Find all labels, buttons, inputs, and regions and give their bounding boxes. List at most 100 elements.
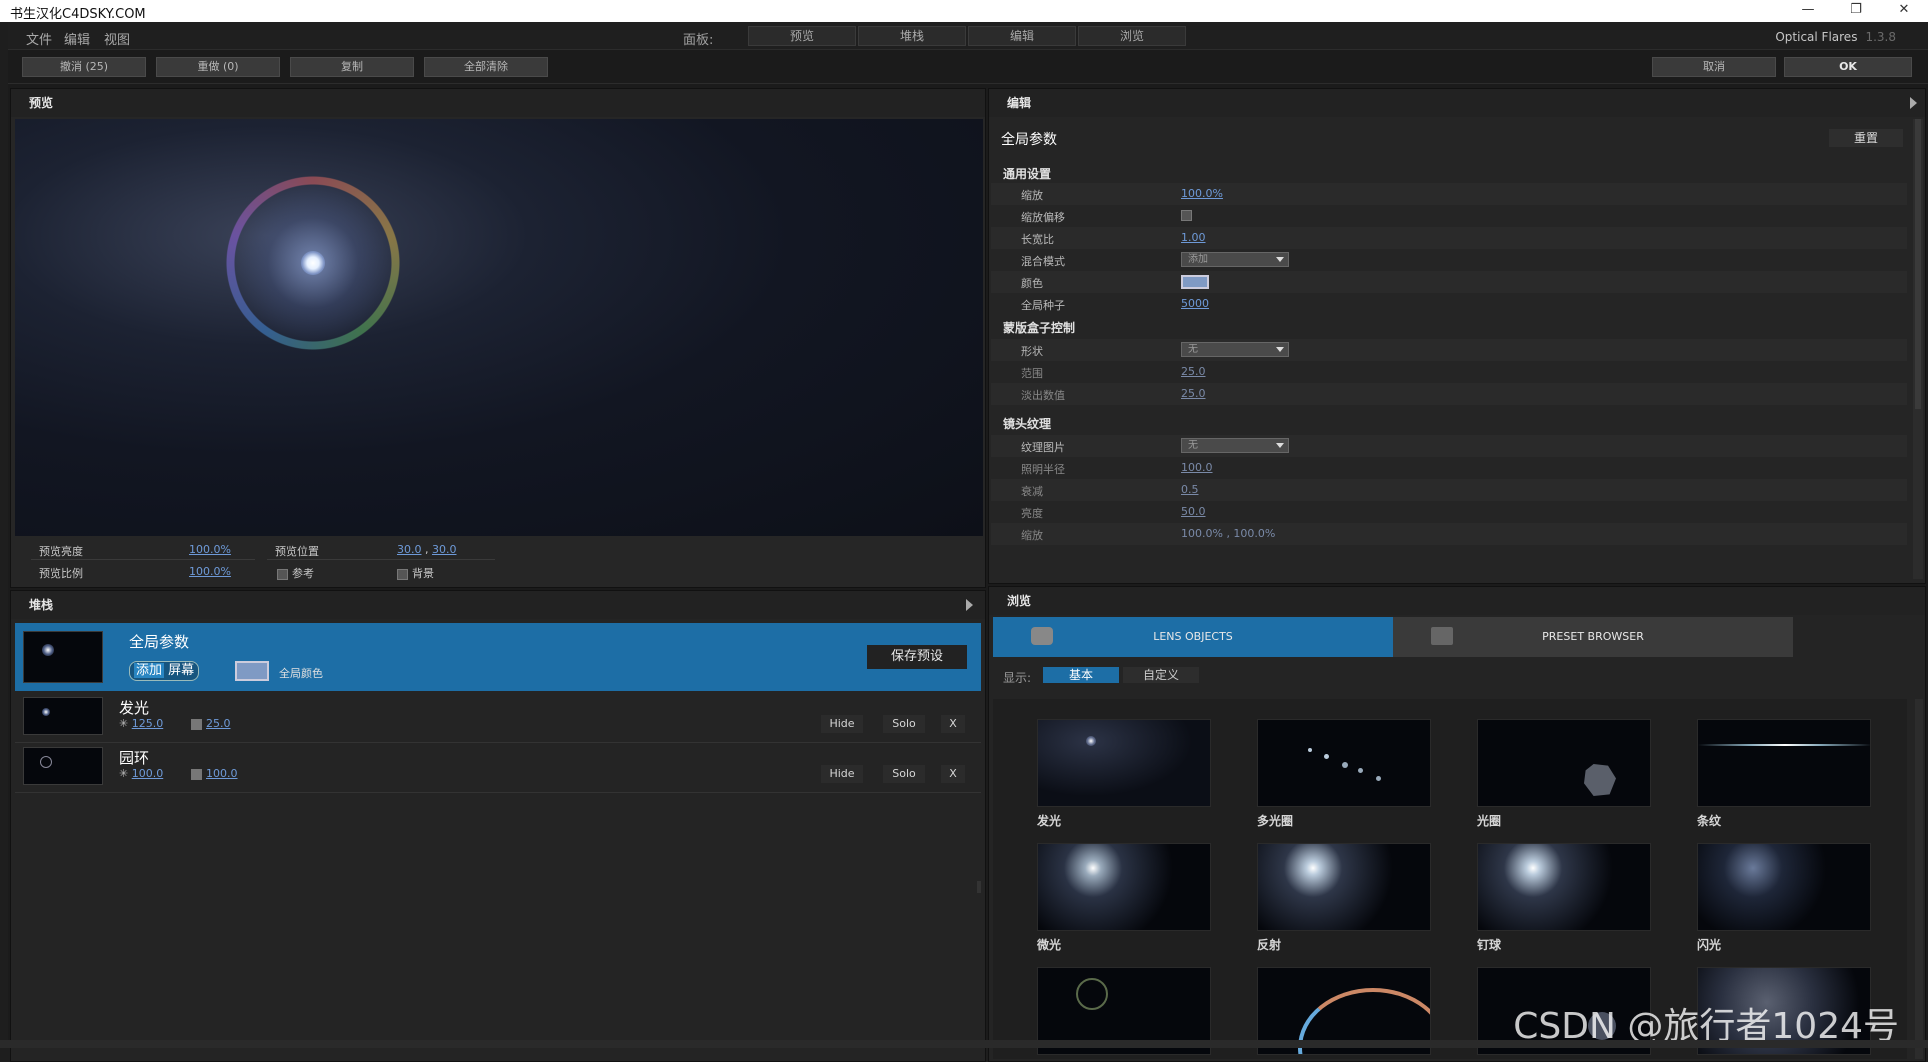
stack-row-glow[interactable]: 发光 ✳ 125.0 25.0 Hide Solo X: [15, 693, 981, 743]
glow-preview: [1037, 719, 1211, 807]
grid-item[interactable]: 发光: [1037, 719, 1211, 829]
tab-lens-objects[interactable]: LENS OBJECTS: [993, 617, 1393, 657]
stack-header: 堆栈: [11, 591, 985, 619]
editor-scroll-area: 通用设置 缩放 100.0% 缩放偏移 长宽比 1.00 混合模式 添加 颜色 全局种…: [989, 159, 1907, 569]
param-value[interactable]: 1.00: [1181, 231, 1206, 244]
undo-button[interactable]: 撤消 (25): [22, 57, 146, 77]
tab-stack[interactable]: 堆栈: [858, 26, 966, 46]
preview-pos-y[interactable]: 30.0: [432, 543, 457, 556]
reference-checkbox[interactable]: [277, 568, 288, 580]
param-value[interactable]: 100.0%: [1181, 187, 1223, 200]
color-swatch[interactable]: [1181, 275, 1209, 289]
param-fade: 淡出数值 25.0: [991, 383, 1907, 405]
preview-pos-separator: ,: [425, 543, 429, 556]
redo-button[interactable]: 重做 (0): [156, 57, 280, 77]
param-value[interactable]: 50.0: [1181, 505, 1206, 518]
preview-dot: [1376, 776, 1381, 781]
preview-brightness-value[interactable]: 100.0%: [189, 543, 231, 556]
grid-item[interactable]: 钉球: [1477, 843, 1651, 953]
editor-scroll-thumb[interactable]: [1915, 119, 1921, 409]
stack-item-name: 发光: [119, 699, 150, 717]
param-aspect: 长宽比 1.00: [991, 227, 1907, 249]
texture-dropdown[interactable]: 无: [1181, 438, 1289, 453]
editor-section-title: 全局参数: [1001, 132, 1057, 148]
tab-preset-browser[interactable]: PRESET BROWSER: [1393, 617, 1793, 657]
hide-button[interactable]: Hide: [821, 715, 863, 733]
save-preset-button[interactable]: 保存预设: [867, 645, 967, 669]
grid-item[interactable]: 闪光: [1697, 843, 1871, 953]
expand-arrow-icon[interactable]: [1910, 97, 1917, 109]
maximize-icon[interactable]: ❐: [1836, 2, 1876, 17]
stack-item-name: 园环: [119, 749, 150, 767]
grid-item[interactable]: 反射: [1257, 843, 1431, 953]
delete-button[interactable]: X: [941, 715, 965, 733]
param-label: 颜色: [1021, 277, 1043, 290]
brand-label: Optical Flares 1.3.8: [1775, 30, 1896, 44]
reset-button[interactable]: 重置: [1829, 129, 1903, 147]
background-toggle[interactable]: 背景: [397, 565, 434, 581]
grid-item[interactable]: 条纹: [1697, 719, 1871, 829]
stack-row-ring[interactable]: 园环 ✳ 100.0 100.0 Hide Solo X: [15, 743, 981, 793]
tab-preview[interactable]: 预览: [748, 26, 856, 46]
preview-viewport[interactable]: [15, 119, 983, 536]
minimize-icon[interactable]: —: [1788, 2, 1828, 17]
filter-basic[interactable]: 基本: [1043, 667, 1119, 683]
grid-item[interactable]: 光圈: [1477, 719, 1651, 829]
blend-mode-toggle[interactable]: 添加 屏幕: [129, 661, 200, 681]
param-value[interactable]: 100.0% , 100.0%: [1181, 527, 1275, 540]
param-value[interactable]: 5000: [1181, 297, 1209, 310]
iris-preview: [1477, 719, 1651, 807]
tab-browser[interactable]: 浏览: [1078, 26, 1186, 46]
multi-iris-preview: [1257, 719, 1431, 807]
close-icon[interactable]: ✕: [1884, 2, 1924, 17]
blend-mode-dropdown[interactable]: 添加: [1181, 252, 1289, 267]
blend-screen[interactable]: 屏幕: [168, 663, 194, 678]
stack-global-row[interactable]: 全局参数 添加 屏幕 全局颜色 保存预设: [15, 623, 981, 691]
stack-panel: 堆栈 全局参数 添加 屏幕 全局颜色 保存预设 发光 ✳ 125.0 25.0 …: [10, 590, 986, 1062]
panel-label: 面板:: [683, 33, 714, 48]
tab-editor[interactable]: 编辑: [968, 26, 1076, 46]
preview-scale-value[interactable]: 100.0%: [189, 565, 231, 578]
param-value[interactable]: 100.0: [1181, 461, 1213, 474]
solo-button[interactable]: Solo: [883, 715, 925, 733]
blend-add[interactable]: 添加: [134, 663, 165, 678]
param-value[interactable]: 25.0: [1181, 387, 1206, 400]
filter-custom[interactable]: 自定义: [1123, 667, 1199, 683]
menu-file[interactable]: 文件: [26, 29, 52, 48]
delete-button[interactable]: X: [941, 765, 965, 783]
preview-pos-x[interactable]: 30.0: [397, 543, 422, 556]
offset-checkbox[interactable]: [1181, 210, 1192, 221]
preview-scale-label: 预览比例: [39, 567, 83, 580]
expand-arrow-icon[interactable]: [966, 599, 973, 611]
global-color-swatch[interactable]: [235, 661, 269, 681]
stack-item-brightness-value[interactable]: 125.0: [132, 717, 164, 730]
stack-scroll-grip[interactable]: [977, 881, 981, 893]
stack-item-brightness: ✳ 125.0: [119, 717, 163, 730]
param-value[interactable]: 0.5: [1181, 483, 1199, 496]
preview-dot: [1086, 736, 1096, 746]
menu-edit[interactable]: 编辑: [64, 29, 90, 48]
ok-button[interactable]: OK: [1784, 57, 1912, 77]
grid-item[interactable]: 多光圈: [1257, 719, 1431, 829]
reference-toggle[interactable]: 参考: [277, 565, 314, 581]
background-checkbox[interactable]: [397, 568, 408, 580]
menu-view[interactable]: 视图: [104, 29, 130, 48]
cancel-button[interactable]: 取消: [1652, 57, 1776, 77]
stack-item-scale-value[interactable]: 25.0: [206, 717, 231, 730]
param-label: 亮度: [1021, 507, 1043, 520]
scale-icon: [191, 768, 202, 780]
stack-item-scale-value[interactable]: 100.0: [206, 767, 238, 780]
grid-item[interactable]: 微光: [1037, 843, 1211, 953]
clear-all-button[interactable]: 全部清除: [424, 57, 548, 77]
reflection-preview: [1257, 843, 1431, 931]
hide-button[interactable]: Hide: [821, 765, 863, 783]
param-value[interactable]: 25.0: [1181, 365, 1206, 378]
browser-scrollbar[interactable]: [1915, 699, 1923, 1059]
param-label: 形状: [1021, 345, 1043, 358]
shape-dropdown[interactable]: 无: [1181, 342, 1289, 357]
stack-item-brightness-value[interactable]: 100.0: [132, 767, 164, 780]
copy-button[interactable]: 复制: [290, 57, 414, 77]
param-label: 缩放偏移: [1021, 211, 1065, 224]
glow-thumb-dot: [42, 708, 50, 716]
solo-button[interactable]: Solo: [883, 765, 925, 783]
